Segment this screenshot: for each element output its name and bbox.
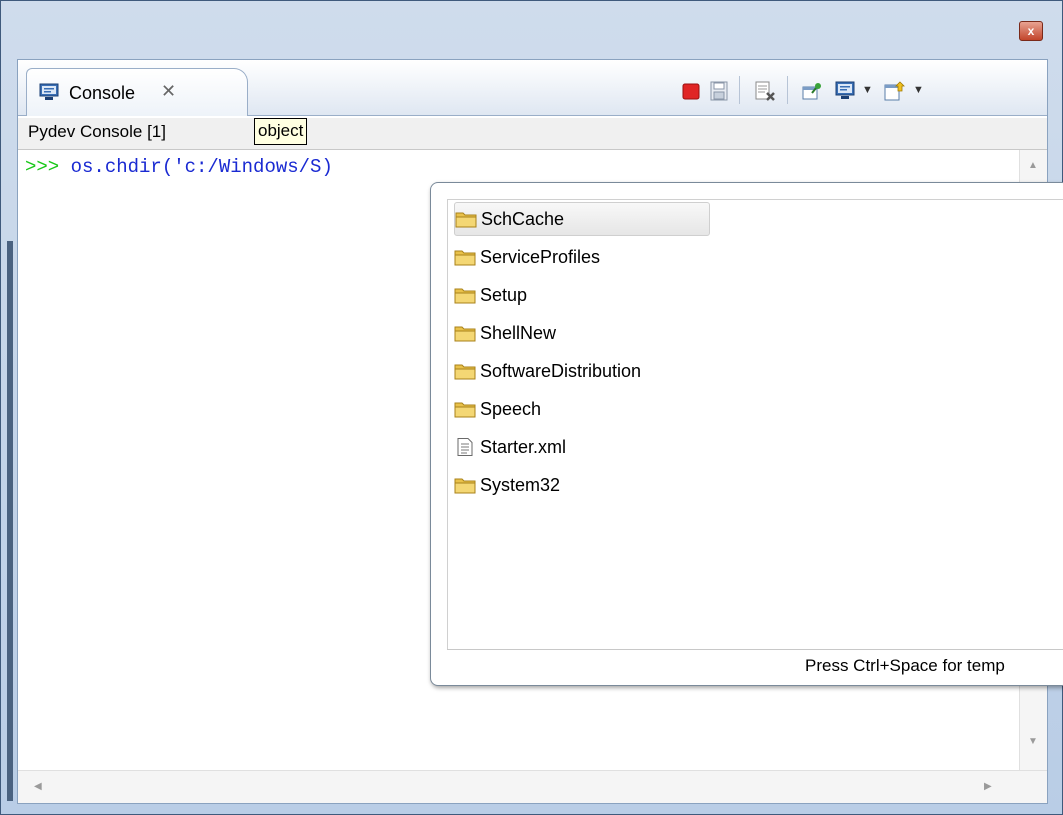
terminate-icon[interactable] [680, 80, 702, 102]
open-console-icon[interactable] [883, 80, 907, 102]
completion-status-bar: Press Ctrl+Space for temp [447, 649, 1063, 683]
completion-popup[interactable]: SchCache ServiceProfiles Setup ShellNew … [430, 182, 1063, 686]
file-icon [457, 438, 473, 456]
folder-icon [454, 288, 476, 304]
completion-item-label: Speech [480, 398, 542, 419]
completion-item-label: System32 [480, 474, 561, 495]
scroll-right-icon[interactable]: ▶ [984, 781, 992, 792]
completion-item-label: Starter.xml [480, 436, 567, 457]
completion-item[interactable]: ShellNew [454, 316, 710, 350]
scroll-left-icon[interactable]: ◀ [34, 781, 42, 792]
console-input-line[interactable]: >>> os.chdir('c:/Windows/S) [25, 156, 333, 178]
chevron-down-icon[interactable]: ▼ [913, 84, 924, 96]
completion-item[interactable]: ServiceProfiles [454, 240, 710, 274]
tab-console[interactable]: Console ✕ [26, 68, 248, 116]
toolbar-separator [739, 76, 740, 104]
console-info-bar: Pydev Console [1] object [18, 118, 1047, 150]
completion-status-text: Press Ctrl+Space for temp [805, 656, 1005, 675]
pin-console-icon[interactable] [801, 80, 825, 102]
folder-icon [454, 326, 476, 342]
console-icon [39, 83, 59, 100]
completion-item-label: SoftwareDistribution [480, 360, 642, 381]
completion-item[interactable]: SchCache [454, 202, 710, 236]
folder-icon [454, 250, 476, 266]
window-left-edge [7, 241, 13, 801]
completion-item[interactable]: Speech [454, 392, 710, 426]
horizontal-scrollbar[interactable]: ◀ ▶ [18, 770, 1047, 803]
folder-icon [454, 478, 476, 494]
clear-console-icon[interactable] [753, 80, 777, 102]
scroll-down-icon[interactable]: ▼ [1028, 736, 1038, 747]
window-close-button[interactable]: x [1019, 21, 1043, 41]
folder-icon [454, 364, 476, 380]
completion-item[interactable]: SoftwareDistribution [454, 354, 710, 388]
console-name: Pydev Console [1] [28, 122, 166, 141]
console-prompt: >>> [25, 156, 71, 178]
completion-item[interactable]: System32 [454, 468, 710, 502]
folder-icon [454, 402, 476, 418]
tab-close-icon[interactable]: ✕ [161, 81, 176, 102]
display-console-icon[interactable] [834, 80, 856, 102]
folder-icon [455, 212, 477, 228]
completion-item-label: ShellNew [480, 322, 557, 343]
completion-item-label: Setup [480, 284, 528, 305]
chevron-down-icon[interactable]: ▼ [862, 84, 873, 96]
completion-item[interactable]: Starter.xml [454, 430, 710, 464]
type-tooltip: object [254, 118, 308, 145]
completion-list[interactable]: SchCache ServiceProfiles Setup ShellNew … [447, 199, 1063, 649]
toolbar-separator [787, 76, 788, 104]
scroll-up-icon[interactable]: ▲ [1028, 160, 1038, 171]
completion-item-label: SchCache [481, 208, 565, 229]
save-icon[interactable] [708, 80, 730, 102]
completion-item-label: ServiceProfiles [480, 246, 601, 267]
view-tab-bar: Console ✕ ▼ ▼ [18, 60, 1047, 116]
window-frame: x Console ✕ ▼ ▼ Pydev Console [1] object… [0, 0, 1063, 815]
tab-label: Console [69, 83, 136, 103]
completion-item[interactable]: Setup [454, 278, 710, 312]
console-code[interactable]: os.chdir('c:/Windows/S) [71, 156, 333, 178]
